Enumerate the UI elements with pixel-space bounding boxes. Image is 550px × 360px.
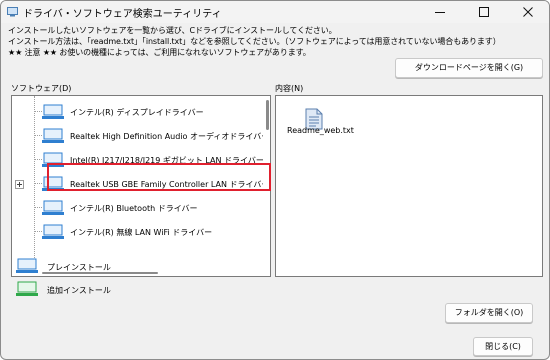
app-window: ドライバ・ソフトウェア検索ユーティリティ インストールしたいソフトウェアを一覧か… bbox=[0, 0, 550, 360]
intro-warning: ★★ 注意 ★★ お使いの機種によっては、ご利用になれないソフトウェアがあります… bbox=[8, 48, 311, 57]
close-button-label: 閉じる(C) bbox=[485, 342, 521, 351]
software-item-label: Realtek High Definition Audio オーディオドライバー bbox=[70, 132, 263, 141]
intro-line-2: インストール方法は、「readme.txt」「install.txt」などを参照… bbox=[8, 37, 501, 46]
title-bar: ドライバ・ソフトウェア検索ユーティリティ bbox=[1, 1, 549, 23]
selection-highlight bbox=[47, 163, 271, 191]
software-item[interactable]: インテル(R) 無線 LAN WiFi ドライバー bbox=[12, 220, 263, 244]
software-list-label: ソフトウェア(D) bbox=[11, 84, 72, 93]
file-name: Readme_web.txt bbox=[287, 126, 354, 135]
close-button[interactable]: 閉じる(C) bbox=[473, 337, 533, 356]
vertical-scrollbar[interactable] bbox=[266, 100, 269, 130]
file-item[interactable]: Readme_web.txt bbox=[280, 100, 354, 142]
open-folder-label: フォルダを開く(O) bbox=[454, 308, 524, 317]
window-title: ドライバ・ソフトウェア検索ユーティリティ bbox=[23, 9, 222, 20]
close-icon bbox=[523, 7, 533, 17]
contents-list[interactable]: Readme_web.txt bbox=[275, 95, 543, 277]
software-item-label: インテル(R) ディスプレイドライバー bbox=[70, 108, 204, 117]
contents-list-label: 内容(N) bbox=[275, 84, 304, 93]
software-item[interactable]: インテル(R) ディスプレイドライバー bbox=[12, 100, 263, 124]
software-tree[interactable]: インテル(R) ディスプレイドライバー Realtek High Definit… bbox=[11, 95, 271, 277]
software-item-label: インテル(R) Bluetooth ドライバー bbox=[70, 204, 198, 213]
software-item[interactable]: Realtek High Definition Audio オーディオドライバー bbox=[12, 124, 263, 148]
close-window-button[interactable] bbox=[506, 1, 549, 23]
additional-legend-label: 追加インストール bbox=[47, 286, 111, 295]
app-icon bbox=[7, 7, 18, 17]
minimize-icon bbox=[435, 12, 445, 13]
open-download-page-label: ダウンロードページを開く(G) bbox=[414, 63, 524, 72]
additional-install-icon bbox=[16, 281, 38, 296]
open-download-page-button[interactable]: ダウンロードページを開く(G) bbox=[395, 58, 543, 78]
preinstall-icon bbox=[16, 258, 38, 273]
software-item[interactable]: インテル(R) Bluetooth ドライバー bbox=[12, 196, 263, 220]
minimize-button[interactable] bbox=[418, 1, 462, 23]
maximize-button[interactable] bbox=[462, 1, 506, 23]
installed-software-icon bbox=[42, 128, 64, 143]
open-folder-button[interactable]: フォルダを開く(O) bbox=[445, 303, 533, 323]
installed-software-icon bbox=[42, 200, 64, 215]
installed-software-icon bbox=[42, 224, 64, 239]
software-item-label: インテル(R) 無線 LAN WiFi ドライバー bbox=[70, 228, 213, 237]
installed-software-icon bbox=[42, 104, 64, 119]
maximize-icon bbox=[479, 7, 489, 17]
preinstall-legend-label: プレインストール bbox=[47, 263, 111, 272]
expand-node-icon[interactable] bbox=[15, 180, 24, 189]
intro-line-1: インストールしたいソフトウェアを一覧から選び、Cドライブにインストールしてくださ… bbox=[8, 26, 337, 35]
